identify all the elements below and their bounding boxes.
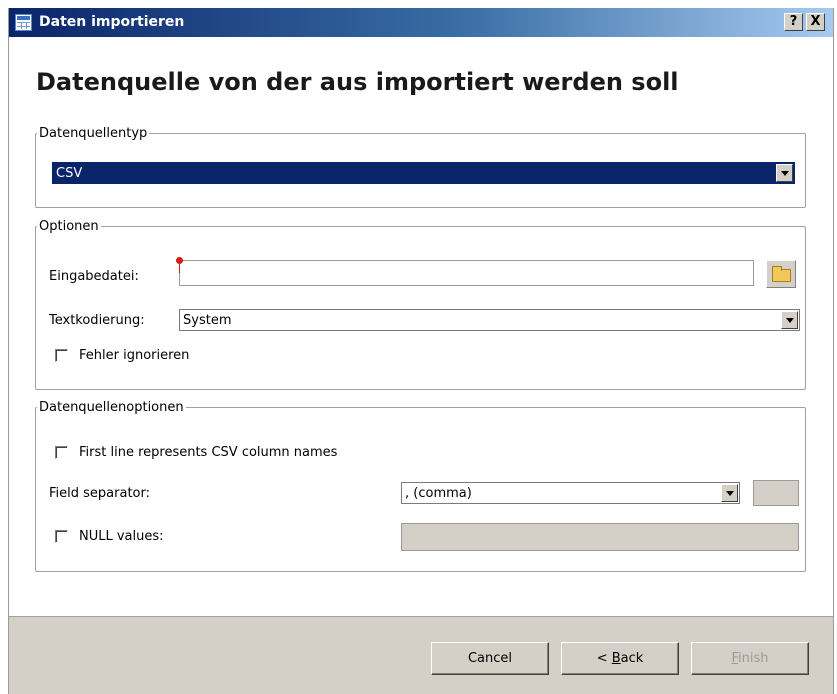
finish-button[interactable]: Finish [691, 642, 809, 675]
cancel-label: Cancel [467, 651, 513, 666]
source-options-legend: Datenquellenoptionen [39, 400, 184, 415]
ignore-errors-label[interactable]: Fehler ignorieren [79, 348, 189, 363]
null-values-checkbox[interactable] [55, 530, 68, 543]
chevron-down-icon[interactable] [781, 311, 798, 329]
back-prefix: < [596, 651, 612, 666]
help-button[interactable]: ? [784, 13, 803, 31]
button-bar: Cancel < Back Finish [9, 616, 833, 694]
null-values-label[interactable]: NULL values: [79, 529, 164, 544]
options-legend: Optionen [39, 219, 99, 234]
chevron-down-icon[interactable] [776, 164, 793, 182]
encoding-value: System [183, 313, 232, 328]
custom-separator-field[interactable] [753, 480, 799, 506]
close-button[interactable]: X [806, 13, 825, 31]
title-bar[interactable]: Daten importieren ? X [9, 8, 833, 37]
source-type-select[interactable]: CSV [52, 162, 795, 184]
table-icon [15, 14, 32, 31]
page-title: Datenquelle von der aus importiert werde… [36, 68, 679, 96]
separator-select[interactable]: , (comma) [401, 482, 740, 504]
source-type-legend: Datenquellentyp [39, 126, 148, 141]
back-mnemonic: B [611, 651, 621, 666]
browse-button[interactable] [766, 260, 796, 288]
encoding-label: Textkodierung: [49, 313, 145, 328]
input-file-field[interactable] [179, 260, 754, 286]
finish-rest: inish [738, 651, 769, 666]
chevron-down-icon[interactable] [721, 484, 738, 502]
null-values-field[interactable] [401, 523, 799, 551]
import-dialog: Daten importieren ? X Datenquelle von de… [8, 8, 834, 694]
encoding-select[interactable]: System [179, 309, 800, 331]
separator-value: , (comma) [405, 486, 472, 501]
options-group: Optionen [35, 219, 806, 390]
cancel-button[interactable]: Cancel [431, 642, 549, 675]
window-title: Daten importieren [39, 14, 185, 30]
folder-icon [772, 266, 791, 282]
source-type-value: CSV [56, 166, 83, 181]
back-rest: ack [620, 651, 644, 666]
error-marker-icon [176, 257, 183, 273]
first-line-label[interactable]: First line represents CSV column names [79, 445, 337, 460]
first-line-checkbox[interactable] [55, 446, 68, 459]
back-button[interactable]: < Back [561, 642, 679, 675]
separator-label: Field separator: [49, 486, 150, 501]
ignore-errors-checkbox[interactable] [55, 349, 68, 362]
input-file-label: Eingabedatei: [49, 269, 139, 284]
